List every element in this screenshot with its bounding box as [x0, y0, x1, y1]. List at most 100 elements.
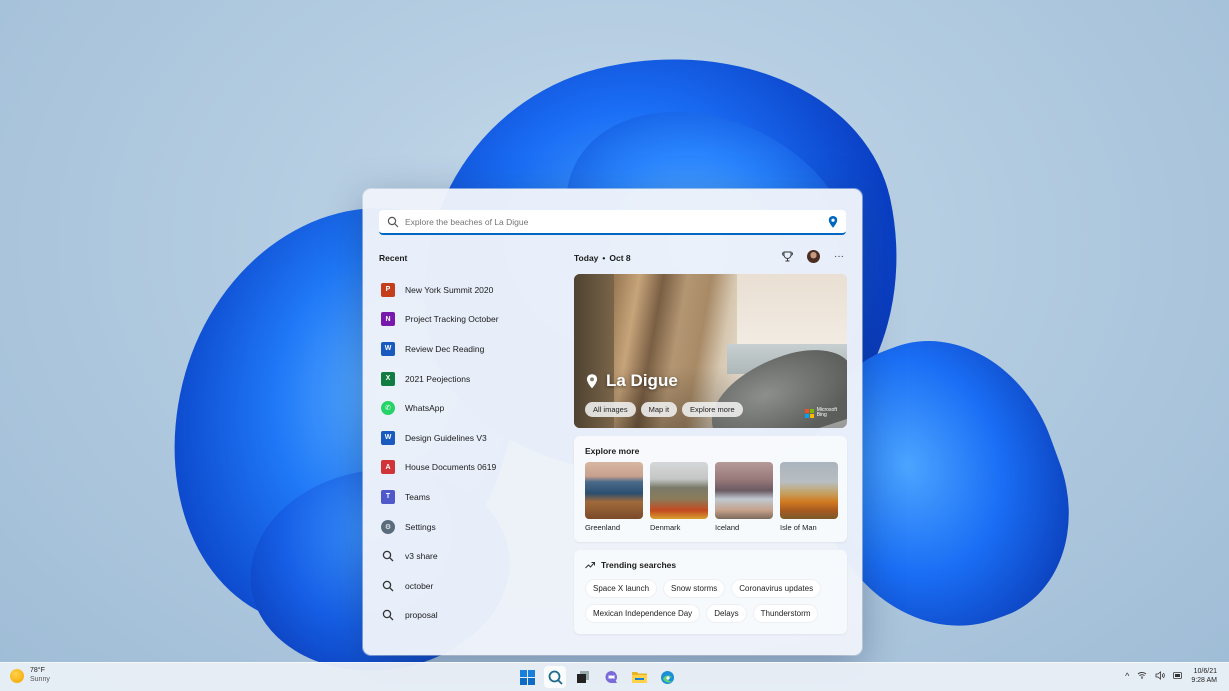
edge-browser-button[interactable] [656, 666, 678, 688]
rewards-trophy-icon[interactable] [780, 249, 794, 263]
place-denmark[interactable]: Denmark [650, 462, 708, 532]
task-view-icon [577, 671, 589, 683]
isle-of-man-image [780, 462, 838, 519]
powerpoint-icon: P [381, 282, 395, 297]
trending-chip[interactable]: Snow storms [663, 579, 726, 598]
clock-time: 9:28 AM [1191, 677, 1217, 685]
search-icon [381, 549, 395, 563]
more-options-button[interactable]: ··· [832, 249, 846, 263]
recent-item[interactable]: A House Documents 0619 [381, 453, 561, 483]
weather-condition: Sunny [30, 675, 50, 683]
recent-item-label: Review Dec Reading [405, 343, 485, 354]
place-caption: Iceland [715, 523, 740, 532]
recent-item[interactable]: ⚙ Settings [381, 512, 561, 542]
folder-icon [631, 671, 647, 683]
recent-item[interactable]: X 2021 Peojections [381, 364, 561, 394]
word-icon: W [381, 341, 395, 356]
settings-icon: ⚙ [381, 519, 395, 534]
start-button[interactable] [516, 666, 538, 688]
search-icon [387, 216, 399, 227]
hero-title: La Digue [586, 371, 678, 391]
recent-item[interactable]: W Design Guidelines V3 [381, 423, 561, 453]
location-pin-icon [586, 373, 598, 388]
excel-icon: X [381, 371, 395, 386]
explore-more-heading: Explore more [585, 446, 640, 456]
recent-heading: Recent [379, 253, 408, 263]
taskbar-apps [516, 666, 678, 688]
taskbar: 78°F Sunny ^ 10/6/21 9:28 AM [0, 662, 1229, 691]
whatsapp-icon: ✆ [381, 401, 395, 416]
recent-item[interactable]: P New York Summit 2020 [381, 275, 561, 305]
volume-icon[interactable] [1155, 671, 1166, 682]
today-header: Today • Oct 8 [574, 253, 631, 263]
place-isle-of-man[interactable]: Isle of Man [780, 462, 838, 532]
recent-item-label: WhatsApp [405, 403, 445, 414]
microsoft-bing-logo: Microsoft Bing [804, 408, 837, 418]
map-it-button[interactable]: Map it [640, 402, 678, 417]
recent-item-label: v3 share [405, 551, 438, 562]
hero-title-text: La Digue [606, 371, 678, 390]
recent-item[interactable]: T Teams [381, 482, 561, 512]
recent-item[interactable]: N Project Tracking October [381, 305, 561, 335]
wifi-icon[interactable] [1137, 671, 1147, 681]
recent-item-label: Settings [405, 521, 436, 532]
search-taskbar-button[interactable] [544, 666, 566, 688]
recent-item-label: House Documents 0619 [405, 462, 497, 473]
tray-overflow-chevron[interactable]: ^ [1125, 671, 1129, 681]
sun-icon [10, 668, 24, 683]
today-label: Today [574, 253, 599, 263]
recent-item[interactable]: ✆ WhatsApp [381, 393, 561, 423]
location-pin-icon[interactable] [828, 215, 838, 228]
trending-chip[interactable]: Thunderstorm [752, 604, 819, 623]
recent-item[interactable]: proposal [381, 601, 561, 631]
trending-arrow-icon [585, 562, 595, 569]
place-caption: Greenland [585, 523, 621, 532]
recent-item-label: october [405, 580, 434, 591]
recent-item-label: Teams [405, 491, 431, 502]
recent-list: P New York Summit 2020 N Project Tracking O… [381, 275, 561, 630]
place-caption: Isle of Man [780, 523, 817, 532]
recent-item[interactable]: W Review Dec Reading [381, 334, 561, 364]
trending-chip[interactable]: Delays [706, 604, 747, 623]
battery-icon[interactable] [1173, 671, 1183, 681]
trending-heading: Trending searches [585, 560, 676, 570]
trending-searches-card: Trending searches Space X launch Snow sto… [574, 550, 847, 634]
recent-item[interactable]: v3 share [381, 541, 561, 571]
hero-actions: All images Map it Explore more [585, 402, 743, 417]
clock[interactable]: 10/6/21 9:28 AM [1191, 667, 1217, 686]
weather-widget[interactable]: 78°F Sunny [10, 667, 50, 685]
file-explorer-button[interactable] [628, 666, 650, 688]
word-icon: W [381, 430, 395, 445]
edge-icon [660, 670, 674, 684]
search-icon [381, 608, 395, 622]
recent-item-label: New York Summit 2020 [405, 284, 494, 295]
recent-item[interactable]: october [381, 571, 561, 601]
search-panel: Recent P New York Summit 2020 N Project Tra… [363, 189, 862, 655]
recent-item-label: Design Guidelines V3 [405, 432, 487, 443]
task-view-button[interactable] [572, 666, 594, 688]
search-input[interactable] [405, 216, 828, 227]
greenland-image [585, 462, 643, 519]
profile-avatar[interactable] [806, 249, 820, 263]
teams-chat-icon [605, 670, 617, 683]
trending-chips: Space X launch Snow storms Coronavirus upd… [585, 579, 845, 623]
search-icon [381, 579, 395, 593]
recent-item-label: proposal [405, 610, 438, 621]
chat-button[interactable] [600, 666, 622, 688]
all-images-button[interactable]: All images [585, 402, 636, 417]
place-greenland[interactable]: Greenland [585, 462, 643, 532]
trending-chip[interactable]: Space X launch [585, 579, 658, 598]
trending-chip[interactable]: Mexican Independence Day [585, 604, 701, 623]
brand-line-2: Bing [816, 412, 827, 418]
today-date: Oct 8 [609, 253, 631, 263]
iceland-image [715, 462, 773, 519]
place-caption: Denmark [650, 523, 681, 532]
hero-card-la-digue[interactable]: La Digue All images Map it Explore more … [574, 274, 847, 428]
explore-more-button[interactable]: Explore more [682, 402, 743, 417]
denmark-image [650, 462, 708, 519]
trending-chip[interactable]: Coronavirus updates [731, 579, 822, 598]
explore-more-card: Explore more Greenland Denmark Iceland I… [574, 436, 847, 542]
separator: • [602, 253, 606, 263]
place-iceland[interactable]: Iceland [715, 462, 773, 532]
search-box[interactable] [379, 210, 846, 235]
